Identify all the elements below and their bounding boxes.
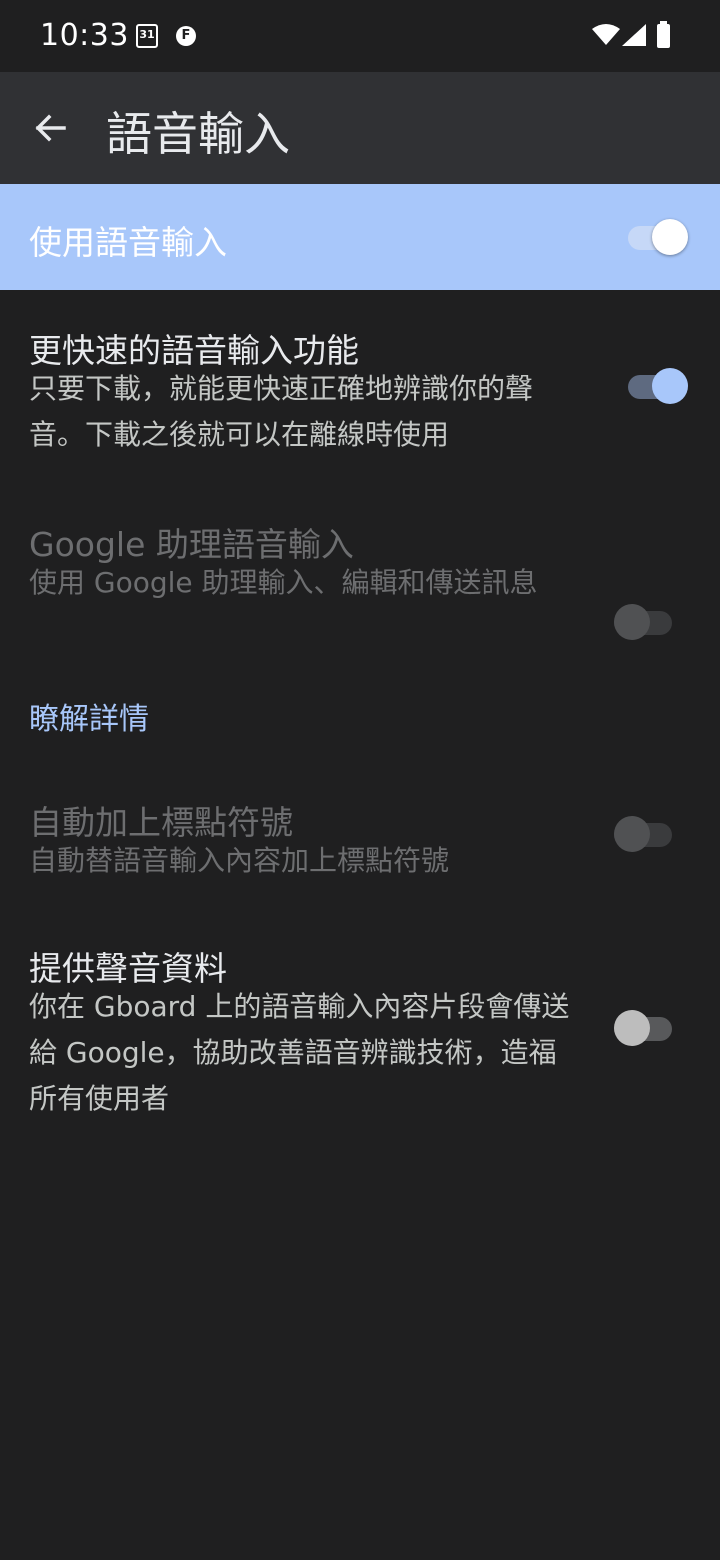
switch-thumb (614, 604, 650, 640)
assistant-voice-typing-toggle[interactable] (614, 602, 674, 642)
status-bar: 10:33 31 F (0, 0, 720, 72)
switch-thumb (652, 219, 688, 255)
switch-thumb (652, 368, 688, 404)
master-switch-row[interactable]: 使用語音輸入 (0, 184, 720, 290)
switch-thumb (614, 816, 650, 852)
setting-summary: 自動替語音輸入內容加上標點符號 (29, 844, 450, 877)
auto-punctuation-toggle[interactable] (614, 814, 674, 854)
setting-title: Google 助理語音輸入 (29, 525, 354, 564)
page-title: 語音輸入 (106, 107, 290, 161)
setting-row-auto-punctuation[interactable]: 自動加上標點符號 自動替語音輸入內容加上標點符號 (0, 770, 720, 900)
faster-voice-typing-toggle[interactable] (628, 366, 688, 406)
setting-row-faster-voice-typing[interactable]: 更快速的語音輸入功能 只要下載，就能更快速正確地辨識你的聲音。下載之後就可以在離… (0, 290, 720, 480)
setting-title: 提供聲音資料 (29, 949, 227, 988)
calendar-icon: 31 (136, 24, 158, 48)
signal-icon (622, 24, 646, 46)
arrow-left-icon[interactable] (30, 108, 70, 148)
setting-title: 更快速的語音輸入功能 (29, 331, 359, 370)
switch-thumb (614, 1010, 650, 1046)
setting-summary: 只要下載，就能更快速正確地辨識你的聲音。下載之後就可以在離線時使用 (29, 372, 534, 451)
master-switch-label: 使用語音輸入 (29, 223, 227, 262)
setting-summary: 你在 Gboard 上的語音輸入內容片段會傳送給 Google，協助改善語音辨識… (29, 990, 570, 1115)
learn-more-link[interactable]: 瞭解詳情 (29, 694, 149, 738)
setting-summary: 使用 Google 助理輸入、編輯和傳送訊息 (29, 566, 538, 599)
setting-title: 自動加上標點符號 (29, 803, 293, 842)
setting-row-assistant-voice-typing[interactable]: Google 助理語音輸入 使用 Google 助理輸入、編輯和傳送訊息 (0, 490, 720, 660)
status-time: 10:33 (40, 18, 129, 53)
wifi-icon (592, 24, 620, 45)
app-bar: 語音輸入 (0, 72, 720, 184)
battery-icon (657, 21, 670, 48)
master-toggle-switch[interactable] (628, 217, 688, 257)
notification-icon: F (176, 26, 196, 46)
share-audio-data-toggle[interactable] (614, 1008, 674, 1048)
setting-row-share-audio-data[interactable]: 提供聲音資料 你在 Gboard 上的語音輸入內容片段會傳送給 Google，協… (0, 912, 720, 1142)
